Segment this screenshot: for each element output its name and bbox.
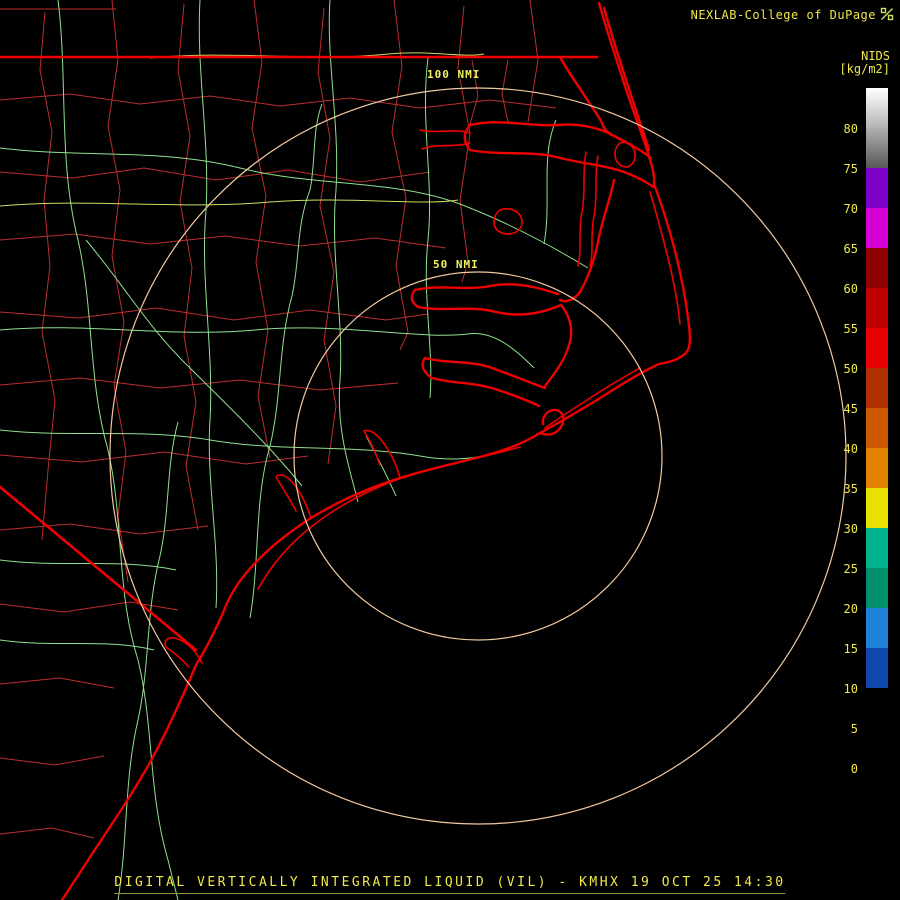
colorbar-swatch [866,168,888,208]
colorbar-swatch [866,648,888,688]
colorbar-segment: 60 [814,248,888,296]
colorbar-segment: 55 [814,288,888,336]
colorbar-segment: 45 [814,368,888,416]
colorbar-swatch [866,288,888,328]
colorbar-swatch [866,448,888,488]
colorbar-swatch [866,768,888,802]
colorbar-segment: 50 [814,328,888,376]
product-title: DIGITAL VERTICALLY INTEGRATED LIQUID (VI… [114,875,786,894]
colorbar-swatch [866,608,888,648]
colorbar-swatch [866,88,888,128]
colorbar-segment: 75 [814,128,888,176]
state-borders [0,55,599,652]
colorbar-swatch [866,488,888,528]
coastline [60,1,692,900]
colorbar-swatch [866,568,888,608]
colorbar-segment: 65 [814,208,888,256]
colorbar-segment: 25 [814,528,888,576]
river-detail [164,129,681,668]
colorbar-segment: 30 [814,488,888,536]
colorbar-segment: 0 [814,728,888,776]
colorbar-segment: 40 [814,408,888,456]
highway-network [0,52,485,207]
colorbar-swatch [866,528,888,568]
radar-map [0,0,847,900]
range-ring-label-50nmi: 50 NMI [433,258,479,271]
brand-text: NEXLAB-College of DuPage [690,8,876,22]
colorbar-segments: 80 75 70 65 60 55 50 45 40 35 30 25 20 15 10 5 0 [814,88,888,802]
colorbar-swatch [866,328,888,368]
colorbar-swatch [866,248,888,288]
range-ring-label-100nmi: 100 NMI [427,68,481,81]
colorbar-segment [814,768,888,802]
brand-logo-icon [880,7,894,21]
colorbar-header: NIDS [kg/m2] [839,50,890,76]
radar-viewer: 100 NMI 50 NMI NEXLAB-College of DuPage … [0,0,900,900]
colorbar-swatch [866,688,888,728]
colorbar-swatch [866,208,888,248]
colorbar-swatch [866,728,888,768]
colorbar-segment: 70 [814,168,888,216]
colorbar-segment: 10 [814,648,888,696]
county-boundaries [0,0,557,839]
colorbar-swatch [866,128,888,168]
colorbar-units: [kg/m2] [839,62,890,76]
colorbar-segment: 15 [814,608,888,656]
colorbar-segment: 80 [814,88,888,136]
range-rings [109,87,847,825]
colorbar-swatch [866,408,888,448]
colorbar-segment: 35 [814,448,888,496]
colorbar-segment: 5 [814,688,888,736]
colorbar-swatch [866,368,888,408]
colorbar-segment: 20 [814,568,888,616]
